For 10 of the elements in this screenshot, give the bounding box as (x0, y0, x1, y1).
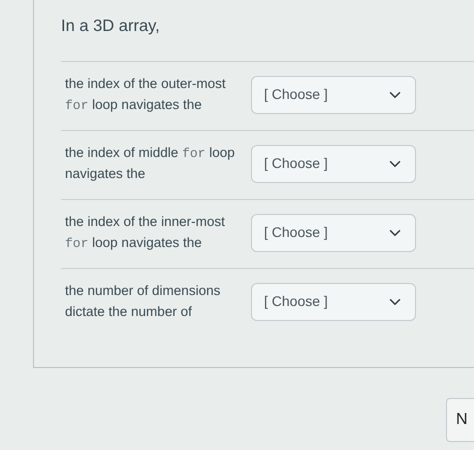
answer-dropdown[interactable]: [ Choose ] (251, 144, 416, 183)
next-button[interactable]: N (446, 398, 474, 442)
answer-dropdown[interactable]: [ Choose ] (251, 214, 416, 252)
answer-dropdown[interactable]: [ Choose ] (251, 282, 416, 321)
answer-dropdown[interactable]: [ Choose ] (251, 76, 416, 114)
question-prompt: the number of dimensions dictate the number of (65, 282, 222, 321)
question-prompt: the index of the inner-most for loop navigates the (65, 212, 226, 253)
question-prompt: the index of middle for loop navigates the (65, 144, 236, 183)
question-title: In a 3D array, (61, 16, 161, 37)
question-prompt: the index of the outer-most for loop navigates the (65, 74, 227, 115)
